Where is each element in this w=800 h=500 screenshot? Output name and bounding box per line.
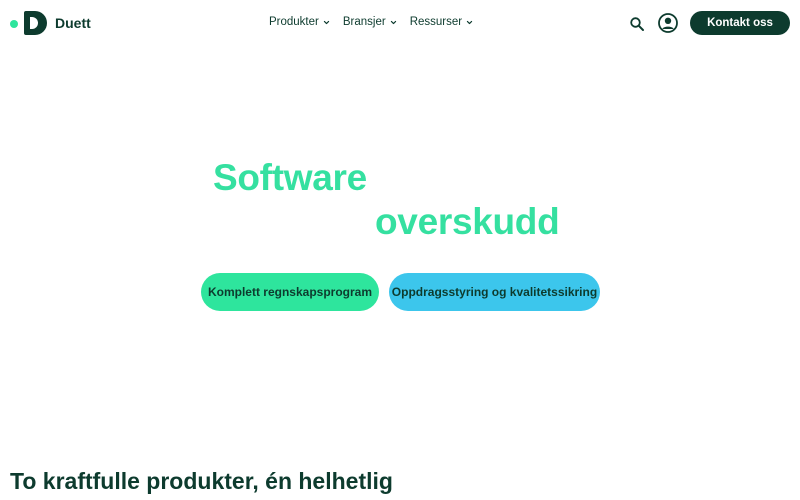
contact-button[interactable]: Kontakt oss [690,11,790,35]
chevron-down-icon [323,20,330,24]
nav-item-label: Ressurser [409,16,463,28]
page: Duett Produkter Bransjer Ressurser Konta… [0,0,800,500]
section-heading: To kraftfulle produkter, én helhetlig [10,468,393,494]
logo-link[interactable]: Duett [10,11,91,35]
nav-item-label: Produkter [269,16,319,28]
assignment-management-button[interactable]: Oppdragsstyring og kvalitetssikring [389,273,600,311]
nav-item-produkter[interactable]: Produkter [269,16,330,28]
nav-item-ressurser[interactable]: Ressurser [410,16,473,28]
accounting-program-button[interactable]: Komplett regnskapsprogram [201,273,379,311]
main-nav: Produkter Bransjer Ressurser [269,16,486,28]
logo-text: Duett [55,15,91,31]
nav-item-label: Bransjer [342,16,386,28]
chevron-down-icon [466,20,473,24]
logo-dot-icon [10,19,18,28]
site-header: Duett Produkter Bransjer Ressurser Konta… [0,0,800,46]
chevron-down-icon [390,20,396,24]
search-icon[interactable] [629,16,645,32]
hero-headline-line-1: Software [213,157,367,198]
hero-headline-line-2: overskudd [375,201,560,242]
nav-item-bransjer[interactable]: Bransjer [343,16,397,28]
user-account-icon[interactable] [658,13,678,33]
duett-logo-icon [24,11,47,35]
